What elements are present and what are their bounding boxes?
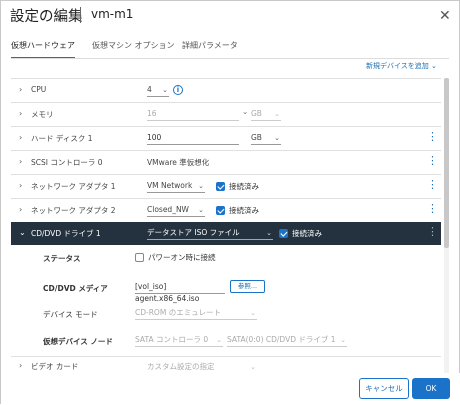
hardware-row-network-adapter-1: › ネットワーク アダプタ 1 VM Network ⌄ 接続済み ⋮ xyxy=(11,174,441,197)
dialog-footer: キャンセル OK xyxy=(1,373,460,405)
network-adapter-1-value: VM Network xyxy=(147,181,193,190)
chevron-right-icon[interactable]: › xyxy=(19,109,22,118)
hard-disk-unit-select[interactable]: GB ⌄ xyxy=(251,132,281,145)
dropdown-arrow-icon: ⌄ xyxy=(274,134,280,142)
vm-name: vm-m1 xyxy=(91,7,134,21)
cancel-button[interactable]: キャンセル xyxy=(359,378,409,399)
memory-size-input[interactable]: 16 xyxy=(147,108,239,121)
memory-label: メモリ xyxy=(31,110,54,119)
kebab-menu-icon[interactable]: ⋮ xyxy=(427,131,438,143)
dropdown-arrow-icon: ⌄ xyxy=(274,110,280,118)
network-adapter-1-connected-label: 接続済み xyxy=(229,182,259,191)
virtual-device-node-slot-select[interactable]: SATA(0:0) CD/DVD ドライブ 1 ⌄ xyxy=(227,334,347,347)
chevron-right-icon[interactable]: › xyxy=(19,181,22,190)
virtual-device-node-slot-value: SATA(0:0) CD/DVD ドライブ 1 xyxy=(227,335,336,344)
network-adapter-2-label: ネットワーク アダプタ 2 xyxy=(31,206,116,215)
dialog-title: 設定の編集 xyxy=(10,9,83,25)
chevron-right-icon[interactable]: › xyxy=(19,133,22,142)
dialog-titlebar: 設定の編集 vm-m1 ✕ xyxy=(1,1,460,31)
scsi-controller-label: SCSI コントローラ 0 xyxy=(31,158,103,167)
virtual-device-node-controller-select[interactable]: SATA コントローラ 0 ⌄ xyxy=(135,334,223,347)
memory-unit-value: GB xyxy=(251,109,262,118)
hardware-row-network-adapter-2: › ネットワーク アダプタ 2 Closed_NW ⌄ 接続済み ⋮ xyxy=(11,198,441,221)
network-adapter-2-value: Closed_NW xyxy=(147,205,189,214)
power-on-connect-label: パワーオン時に接続 xyxy=(148,253,216,262)
device-mode-label: デバイス モード xyxy=(43,310,98,319)
tab-vm-options[interactable]: 仮想マシン オプション xyxy=(92,39,175,59)
kebab-menu-icon[interactable]: ⋮ xyxy=(427,155,438,167)
hardware-row-scsi-controller: › SCSI コントローラ 0 VMware 準仮想化 ⋮ xyxy=(11,150,441,173)
edit-settings-dialog: 設定の編集 vm-m1 ✕ 仮想ハードウェア 仮想マシン オプション 詳細パラメ… xyxy=(0,0,460,405)
cpu-count-select[interactable]: 4 ⌄ xyxy=(147,84,169,97)
cd-dvd-source-value: データストア ISO ファイル xyxy=(147,228,240,237)
dropdown-arrow-icon: ⌄ xyxy=(250,309,256,317)
hard-disk-size-input[interactable]: 100 xyxy=(147,132,239,145)
cd-dvd-source-select[interactable]: データストア ISO ファイル ⌄ xyxy=(147,227,273,240)
virtual-device-node-label: 仮想デバイス ノード xyxy=(43,337,113,346)
media-path-input[interactable]: [vol_iso] agent.x86_64.iso xyxy=(135,281,225,303)
chevron-right-icon[interactable]: › xyxy=(19,205,22,214)
tab-bar: 仮想ハードウェア 仮想マシン オプション 詳細パラメータ xyxy=(1,39,460,59)
chevron-right-icon[interactable]: › xyxy=(19,361,22,370)
tab-virtual-hardware[interactable]: 仮想ハードウェア xyxy=(11,39,75,59)
device-mode-value: CD-ROM のエミュレート xyxy=(135,308,222,317)
media-label: CD/DVD メディア xyxy=(43,284,108,293)
memory-input-dropdown-icon[interactable]: ⌄ xyxy=(242,107,248,116)
network-adapter-2-connected-label: 接続済み xyxy=(229,206,259,215)
hard-disk-label: ハード ディスク 1 xyxy=(31,134,93,143)
tab-advanced-parameters[interactable]: 詳細パラメータ xyxy=(182,39,238,59)
tabs-divider xyxy=(11,58,449,59)
dropdown-arrow-icon: ⌄ xyxy=(198,206,204,214)
cpu-count-value: 4 xyxy=(147,85,152,94)
chevron-down-icon[interactable]: ⌄ xyxy=(19,228,26,237)
title-divider xyxy=(80,7,81,23)
network-adapter-2-select[interactable]: Closed_NW ⌄ xyxy=(147,204,205,217)
hardware-row-memory: › メモリ 16 ⌄ GB ⌄ xyxy=(11,102,441,125)
hardware-row-hard-disk: › ハード ディスク 1 100 GB ⌄ ⋮ xyxy=(11,126,441,149)
status-label: ステータス xyxy=(43,254,81,263)
video-card-label: ビデオ カード xyxy=(31,362,79,371)
dropdown-arrow-icon: ⌄ xyxy=(266,229,272,237)
hardware-row-cd-dvd-drive: ⌄ CD/DVD ドライブ 1 データストア ISO ファイル ⌄ 接続済み ⋮ xyxy=(11,222,441,245)
network-adapter-1-label: ネットワーク アダプタ 1 xyxy=(31,182,116,191)
network-adapter-2-connected-checkbox[interactable] xyxy=(216,206,225,215)
chevron-right-icon[interactable]: › xyxy=(19,85,22,94)
dropdown-arrow-icon: ⌄ xyxy=(162,86,168,94)
ok-button[interactable]: OK xyxy=(412,378,450,399)
add-new-device-button[interactable]: 新規デバイスを追加 ⌄ xyxy=(366,61,437,71)
dropdown-arrow-icon: ⌄ xyxy=(340,336,346,344)
close-icon[interactable]: ✕ xyxy=(439,8,451,24)
chevron-right-icon[interactable]: › xyxy=(19,157,22,166)
dropdown-arrow-icon: ⌄ xyxy=(250,363,256,371)
memory-unit-select[interactable]: GB ⌄ xyxy=(251,108,281,121)
dropdown-arrow-icon: ⌄ xyxy=(216,336,222,344)
virtual-device-node-controller-value: SATA コントローラ 0 xyxy=(135,335,209,344)
dropdown-arrow-icon: ⌄ xyxy=(198,182,204,190)
network-adapter-1-select[interactable]: VM Network ⌄ xyxy=(147,180,205,193)
cd-dvd-connected-label: 接続済み xyxy=(292,229,322,238)
cpu-label: CPU xyxy=(31,85,47,94)
info-icon[interactable]: i xyxy=(173,85,183,95)
scsi-controller-type: VMware 準仮想化 xyxy=(147,158,210,167)
scrollbar-thumb[interactable] xyxy=(444,78,449,248)
browse-button[interactable]: 参照... xyxy=(230,280,265,293)
kebab-menu-icon[interactable]: ⋮ xyxy=(427,179,438,191)
hard-disk-unit-value: GB xyxy=(251,133,262,142)
device-mode-select[interactable]: CD-ROM のエミュレート ⌄ xyxy=(135,307,257,320)
hardware-row-cpu: › CPU 4 ⌄ i xyxy=(11,78,441,101)
kebab-menu-icon[interactable]: ⋮ xyxy=(427,203,438,215)
scrollbar[interactable] xyxy=(444,78,449,373)
cd-dvd-connected-checkbox[interactable] xyxy=(279,229,288,238)
video-card-value: カスタム設定の指定 xyxy=(147,362,215,371)
hardware-row-video-card: › ビデオ カード カスタム設定の指定 ⌄ xyxy=(11,356,441,374)
cd-dvd-drive-label: CD/DVD ドライブ 1 xyxy=(31,229,101,238)
kebab-menu-icon[interactable]: ⋮ xyxy=(427,226,438,238)
power-on-connect-checkbox[interactable] xyxy=(135,253,144,262)
network-adapter-1-connected-checkbox[interactable] xyxy=(216,182,225,191)
